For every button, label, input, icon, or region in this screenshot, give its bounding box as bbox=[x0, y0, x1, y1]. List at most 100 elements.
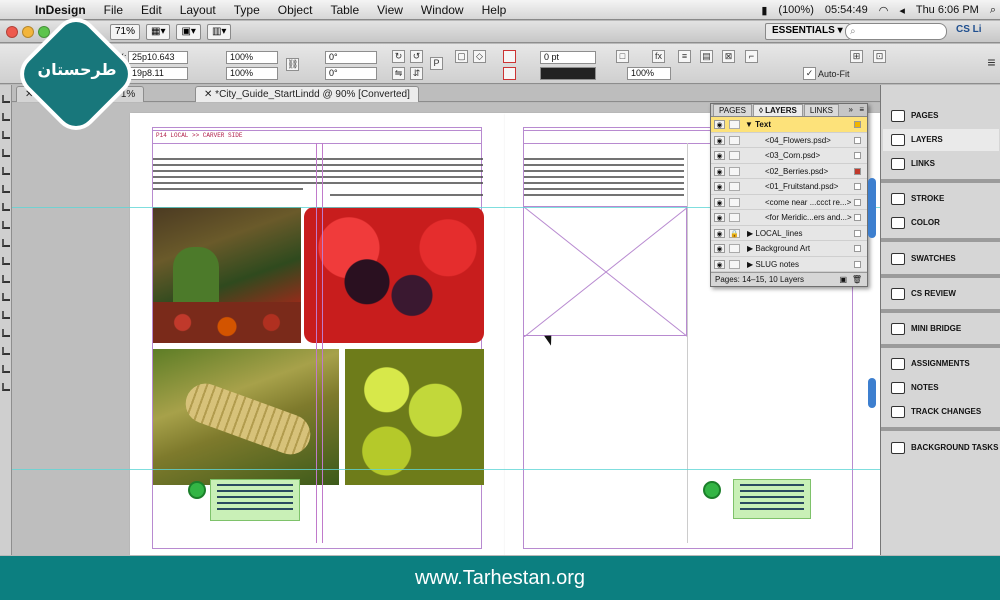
menu-layout[interactable]: Layout bbox=[171, 3, 225, 17]
tab-city-guide[interactable]: ✕ *City_Guide_StartLindd @ 90% [Converte… bbox=[195, 86, 419, 102]
constrain-proportions-icon[interactable]: ⛓ bbox=[286, 58, 299, 71]
rectangle-frame-tool-icon[interactable] bbox=[2, 239, 10, 247]
eye-icon[interactable]: ◉ bbox=[714, 213, 725, 222]
panel-scrollbar[interactable] bbox=[868, 178, 876, 238]
close-tab-icon[interactable]: ✕ bbox=[25, 89, 33, 100]
layer-row[interactable]: ◉ <01_Fruitstand.psd> bbox=[711, 179, 867, 195]
tab-layers[interactable]: ◊ LAYERS bbox=[752, 104, 803, 116]
fitting-icon[interactable]: ⊞ bbox=[850, 50, 863, 63]
battery-icon[interactable]: ▮ bbox=[761, 4, 767, 17]
paragraph-icon[interactable]: P bbox=[430, 57, 443, 70]
dock-mini-bridge[interactable]: MINI BRIDGE bbox=[883, 318, 999, 340]
layer-row[interactable]: ◉ ▼ Text bbox=[711, 117, 867, 133]
center-content-icon[interactable]: ⊡ bbox=[873, 50, 886, 63]
menu-help[interactable]: Help bbox=[473, 3, 516, 17]
rotate-field[interactable]: 0° bbox=[325, 51, 377, 64]
search-input[interactable]: ⌕ bbox=[845, 23, 947, 40]
dock-track-changes[interactable]: TRACK CHANGES bbox=[883, 401, 999, 423]
dock-swatches[interactable]: SWATCHES bbox=[883, 248, 999, 270]
eye-icon[interactable]: ◉ bbox=[714, 228, 725, 238]
delete-layer-icon[interactable]: 🗑 bbox=[852, 273, 862, 286]
flowers-photo[interactable] bbox=[345, 349, 484, 485]
zoom-tool-icon[interactable] bbox=[2, 383, 10, 391]
close-tab-icon[interactable]: ✕ bbox=[204, 89, 212, 100]
eye-icon[interactable]: ◉ bbox=[714, 182, 725, 191]
layer-color-swatch[interactable] bbox=[854, 229, 861, 237]
dock-cs-review[interactable]: CS REVIEW bbox=[883, 283, 999, 305]
spotlight-icon[interactable]: ⌕ bbox=[990, 4, 996, 17]
layer-color-swatch[interactable] bbox=[854, 183, 861, 190]
fx-effects-icon[interactable]: fx bbox=[652, 50, 665, 63]
screen-mode-button[interactable]: ▣▾ bbox=[176, 23, 201, 40]
panel-menu-icon[interactable]: ≡ bbox=[859, 105, 864, 114]
layer-color-swatch[interactable] bbox=[854, 121, 861, 128]
dock-stroke[interactable]: STROKE bbox=[883, 188, 999, 210]
layer-row[interactable]: ◉ <come near ...ccct re...> bbox=[711, 195, 867, 210]
gap-tool-icon[interactable] bbox=[2, 149, 10, 157]
layer-color-swatch[interactable] bbox=[854, 245, 861, 252]
lock-toggle[interactable] bbox=[729, 182, 740, 191]
scissors-tool-icon[interactable] bbox=[2, 275, 10, 283]
layer-row[interactable]: ◉ <04_Flowers.psd> bbox=[711, 133, 867, 148]
direct-selection-tool-icon[interactable] bbox=[2, 113, 10, 121]
layer-row[interactable]: ◉ <for Meridic...ers and...> bbox=[711, 210, 867, 226]
x-field[interactable]: 25p10.643 bbox=[128, 51, 188, 64]
datetime[interactable]: Thu 6:06 PM bbox=[916, 4, 979, 16]
zoom-window-icon[interactable] bbox=[38, 25, 50, 38]
page-left[interactable]: P14 LOCAL >> CARVER SIDE bbox=[130, 113, 505, 555]
pen-tool-icon[interactable] bbox=[2, 203, 10, 211]
flip-vertical-icon[interactable]: ⇵ bbox=[410, 67, 423, 80]
menu-object[interactable]: Object bbox=[269, 3, 322, 17]
panel-menu-icon[interactable]: ≡ bbox=[985, 55, 998, 70]
type-tool-icon[interactable] bbox=[2, 167, 10, 175]
selection-tool-icon[interactable] bbox=[2, 95, 10, 103]
line-tool-icon[interactable] bbox=[2, 185, 10, 193]
lock-toggle[interactable] bbox=[729, 135, 740, 145]
note-tool-icon[interactable] bbox=[2, 329, 10, 337]
stroke-weight-field[interactable]: 0 pt bbox=[540, 51, 596, 64]
free-transform-tool-icon[interactable] bbox=[2, 293, 10, 301]
auto-fit-checkbox[interactable]: ✓ bbox=[803, 67, 816, 80]
rotate-ccw-icon[interactable]: ↺ bbox=[410, 50, 423, 63]
volume-icon[interactable]: ◂ bbox=[899, 4, 905, 17]
shear-field[interactable]: 0° bbox=[325, 67, 377, 80]
stroke-type-dropdown[interactable] bbox=[540, 67, 596, 80]
y-field[interactable]: 19p8.11 bbox=[128, 67, 188, 80]
rotate-cw-icon[interactable]: ↻ bbox=[392, 50, 405, 63]
arrange-documents-button[interactable]: ▥▾ bbox=[206, 23, 232, 40]
dock-color[interactable]: COLOR bbox=[883, 212, 999, 234]
corner-options-icon[interactable]: ⌐ bbox=[745, 50, 758, 63]
flip-horizontal-icon[interactable]: ⇋ bbox=[392, 67, 405, 80]
dock-assignments[interactable]: ASSIGNMENTS bbox=[883, 353, 999, 375]
stroke-swatch-icon[interactable] bbox=[503, 67, 516, 80]
menu-app-name[interactable]: InDesign bbox=[26, 3, 95, 17]
select-container-icon[interactable]: ▢ bbox=[455, 50, 468, 63]
dock-links[interactable]: LINKS bbox=[883, 153, 999, 175]
text-wrap-icon[interactable]: ≡ bbox=[678, 50, 691, 63]
layer-color-swatch[interactable] bbox=[854, 198, 861, 206]
panel-collapse-icon[interactable]: » bbox=[849, 105, 853, 114]
fit-frame-icon[interactable]: ⊠ bbox=[722, 50, 735, 63]
layer-color-swatch[interactable] bbox=[854, 152, 861, 159]
menu-view[interactable]: View bbox=[368, 3, 412, 17]
eye-icon[interactable]: ◉ bbox=[714, 259, 725, 269]
scale-x-field[interactable]: 100% bbox=[226, 51, 278, 64]
menu-window[interactable]: Window bbox=[412, 3, 473, 17]
berries-photo[interactable] bbox=[304, 207, 484, 343]
menu-file[interactable]: File bbox=[95, 3, 132, 17]
eye-icon[interactable]: ◉ bbox=[714, 151, 725, 160]
layer-color-swatch[interactable] bbox=[854, 214, 861, 221]
select-content-icon[interactable]: ◇ bbox=[473, 50, 486, 63]
layer-color-swatch[interactable] bbox=[854, 136, 861, 144]
lock-icon[interactable]: 🔒 bbox=[729, 228, 740, 238]
corn-photo[interactable] bbox=[153, 349, 339, 485]
workspace-switcher[interactable]: ESSENTIALS ▾ bbox=[765, 23, 850, 40]
eye-icon[interactable]: ◉ bbox=[714, 197, 725, 207]
scale-y-field[interactable]: 100% bbox=[226, 67, 278, 80]
tab-pages[interactable]: PAGES bbox=[713, 104, 752, 116]
close-window-icon[interactable] bbox=[6, 25, 18, 38]
page-tool-icon[interactable] bbox=[2, 131, 10, 139]
lock-toggle[interactable] bbox=[729, 197, 740, 207]
menu-type[interactable]: Type bbox=[225, 3, 269, 17]
panel-scrollbar[interactable] bbox=[868, 378, 876, 408]
